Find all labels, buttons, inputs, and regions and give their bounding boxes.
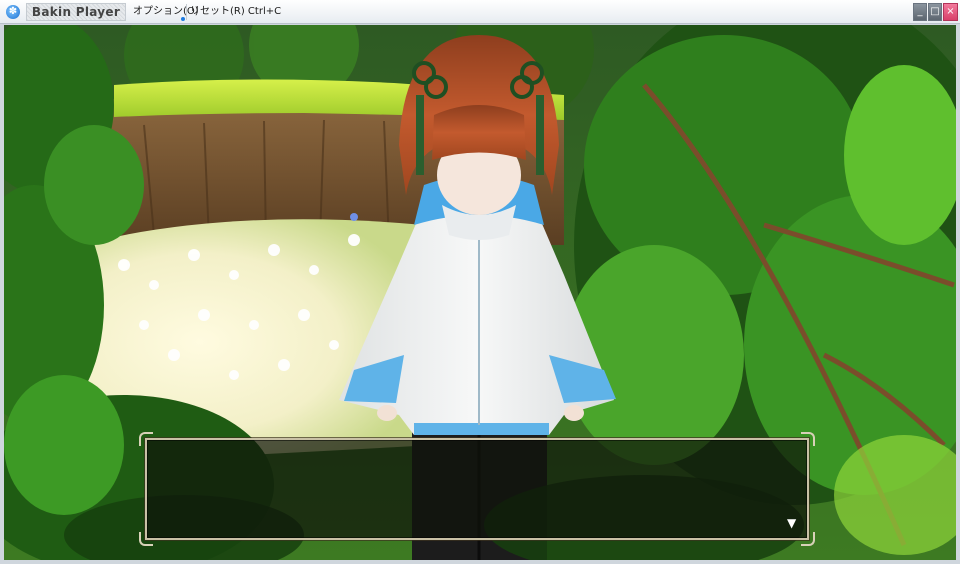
message-frame-corner — [139, 532, 153, 546]
next-arrow-icon[interactable]: ▼ — [787, 517, 796, 529]
minimize-button[interactable]: _ — [913, 3, 927, 21]
close-icon: × — [946, 6, 955, 17]
game-viewport[interactable]: ▼ — [4, 25, 956, 560]
menu-reset[interactable]: リセット(R) Ctrl+C — [190, 5, 281, 19]
app-icon[interactable]: ✽ — [6, 5, 20, 19]
maximize-icon: □ — [930, 6, 940, 17]
message-frame-corner — [801, 532, 815, 546]
message-window[interactable]: ▼ — [139, 432, 815, 546]
maximize-button[interactable]: □ — [928, 3, 942, 21]
menu-separator — [186, 4, 187, 20]
menu-options[interactable]: オプション(O) — [133, 5, 199, 19]
app-title: Bakin Player — [26, 3, 126, 21]
menu-indicator-dot — [181, 17, 185, 21]
message-frame-corner — [139, 432, 153, 446]
message-frame-corner — [801, 432, 815, 446]
title-bar: ✽ Bakin Player オプション(O) リセット(R) Ctrl+C _… — [0, 0, 960, 24]
close-button[interactable]: × — [943, 3, 958, 21]
minimize-icon: _ — [917, 6, 923, 17]
